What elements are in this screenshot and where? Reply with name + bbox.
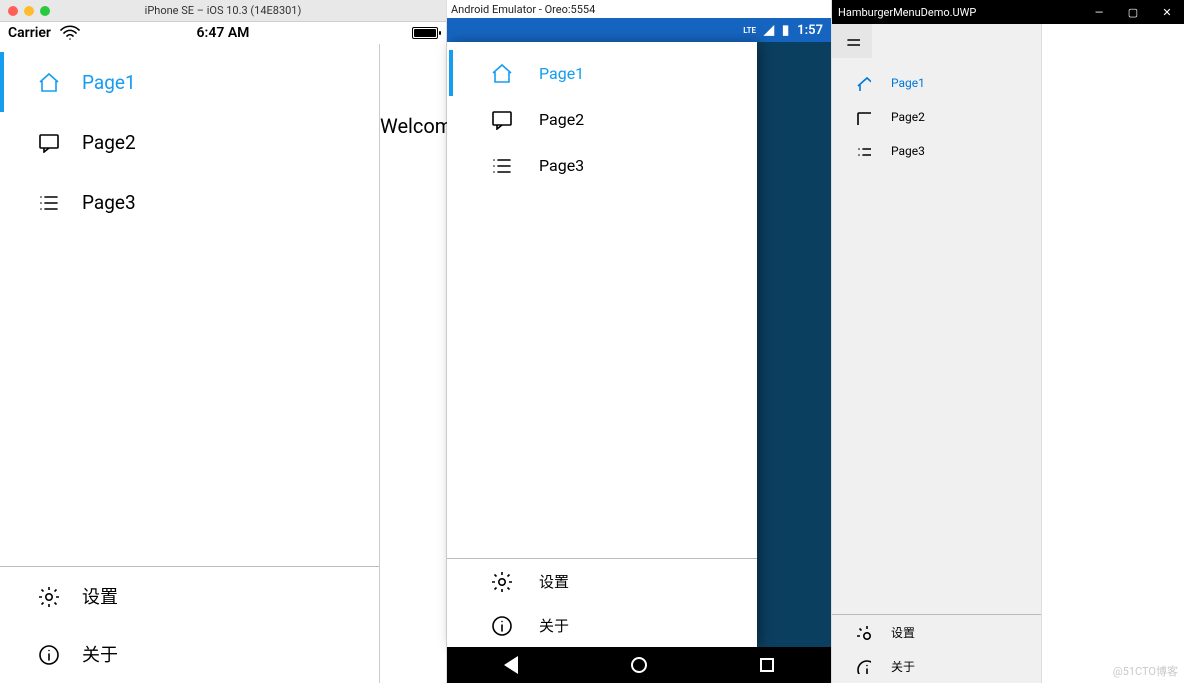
- menu-item-label: Page1: [539, 64, 584, 83]
- mac-titlebar: iPhone SE – iOS 10.3 (14E8301): [0, 0, 446, 22]
- menu-item-settings[interactable]: 设置: [0, 567, 379, 625]
- menu-item-settings[interactable]: 设置: [832, 615, 1041, 649]
- list-icon: [36, 190, 60, 214]
- menu-item-page3[interactable]: Page3: [447, 142, 757, 188]
- signal-icon: ◢: [764, 23, 774, 38]
- menu-item-label: Page2: [891, 110, 925, 124]
- nav-back-button[interactable]: [504, 656, 518, 674]
- menu-item-label: 设置: [891, 624, 915, 641]
- nav-recent-button[interactable]: [760, 658, 774, 672]
- menu-item-label: Page1: [891, 76, 925, 90]
- uwp-menu-list: Page1 Page2 Page3: [832, 58, 1041, 614]
- gear-icon: [489, 569, 513, 593]
- menu-item-label: 设置: [82, 583, 118, 609]
- android-nav-bar: [447, 647, 831, 683]
- menu-item-label: Page1: [82, 71, 136, 94]
- uwp-options-list: 设置 关于: [832, 614, 1041, 683]
- menu-item-settings[interactable]: 设置: [447, 559, 757, 603]
- watermark: @51CTO博客: [1113, 663, 1178, 679]
- android-emulator-window: Android Emulator - Oreo:5554 LTE ◢ ▮ 1:5…: [447, 0, 832, 683]
- uwp-nav-pane: Page1 Page2 Page3: [832, 24, 1042, 683]
- battery-icon: [412, 27, 438, 39]
- uwp-titlebar: HamburgerMenuDemo.UWP — ▢ ✕: [832, 0, 1184, 24]
- menu-item-label: Page3: [539, 156, 584, 175]
- menu-item-page3[interactable]: Page3: [0, 172, 379, 232]
- menu-item-page1[interactable]: Page1: [0, 52, 379, 112]
- home-icon: [489, 61, 513, 85]
- uwp-window: HamburgerMenuDemo.UWP — ▢ ✕ Page1: [832, 0, 1184, 683]
- minimize-button[interactable]: —: [1082, 0, 1116, 24]
- uwp-content-area: [1042, 24, 1184, 683]
- menu-item-page2[interactable]: Page2: [0, 112, 379, 172]
- menu-item-page3[interactable]: Page3: [832, 134, 1041, 168]
- nav-home-button[interactable]: [631, 657, 647, 673]
- menu-item-label: 关于: [82, 641, 118, 667]
- menu-item-label: Page3: [82, 191, 136, 214]
- android-window-title: Android Emulator - Oreo:5554: [447, 0, 831, 18]
- menu-item-about[interactable]: 关于: [832, 649, 1041, 683]
- ios-menu-list: Page1 Page2 Page3: [0, 44, 379, 566]
- android-status-bar: LTE ◢ ▮ 1:57: [447, 18, 831, 42]
- chat-icon: [851, 105, 875, 129]
- menu-item-page1[interactable]: Page1: [832, 66, 1041, 100]
- info-icon: [851, 654, 875, 678]
- menu-item-label: Page3: [891, 144, 925, 158]
- gear-icon: [851, 620, 875, 644]
- battery-icon: ▮: [782, 23, 789, 38]
- menu-item-page1[interactable]: Page1: [447, 50, 757, 96]
- menu-item-page2[interactable]: Page2: [447, 96, 757, 142]
- status-time: 6:47 AM: [0, 25, 446, 41]
- menu-item-label: Page2: [539, 110, 584, 129]
- uwp-window-title: HamburgerMenuDemo.UWP: [838, 6, 976, 19]
- menu-item-page2[interactable]: Page2: [832, 100, 1041, 134]
- menu-item-about[interactable]: 关于: [0, 625, 379, 683]
- menu-item-label: 设置: [539, 571, 569, 592]
- list-icon: [851, 139, 875, 163]
- ios-drawer: Page1 Page2 Page3: [0, 44, 380, 683]
- mac-window-title: iPhone SE – iOS 10.3 (14E8301): [0, 4, 446, 17]
- info-icon: [489, 613, 513, 637]
- menu-item-label: 关于: [891, 658, 915, 675]
- status-lte: LTE: [743, 26, 756, 35]
- status-time: 1:57: [797, 23, 823, 38]
- ios-status-bar: Carrier 6:47 AM: [0, 22, 446, 44]
- chat-icon: [36, 130, 60, 154]
- chat-icon: [489, 107, 513, 131]
- menu-item-about[interactable]: 关于: [447, 603, 757, 647]
- ios-options-list: 设置 关于: [0, 566, 379, 683]
- menu-item-label: 关于: [539, 615, 569, 636]
- list-icon: [489, 153, 513, 177]
- home-icon: [851, 71, 875, 95]
- menu-icon: [840, 29, 864, 53]
- menu-item-label: Page2: [82, 131, 136, 154]
- android-menu-list: Page1 Page2 Page3: [447, 42, 757, 558]
- hamburger-button[interactable]: [832, 24, 872, 58]
- android-options-list: 设置 关于: [447, 558, 757, 647]
- android-drawer: Page1 Page2 Page3: [447, 42, 757, 647]
- maximize-button[interactable]: ▢: [1116, 0, 1150, 24]
- home-icon: [36, 70, 60, 94]
- gear-icon: [36, 584, 60, 608]
- close-button[interactable]: ✕: [1150, 0, 1184, 24]
- ios-simulator-window: iPhone SE – iOS 10.3 (14E8301) Carrier 6…: [0, 0, 447, 683]
- info-icon: [36, 642, 60, 666]
